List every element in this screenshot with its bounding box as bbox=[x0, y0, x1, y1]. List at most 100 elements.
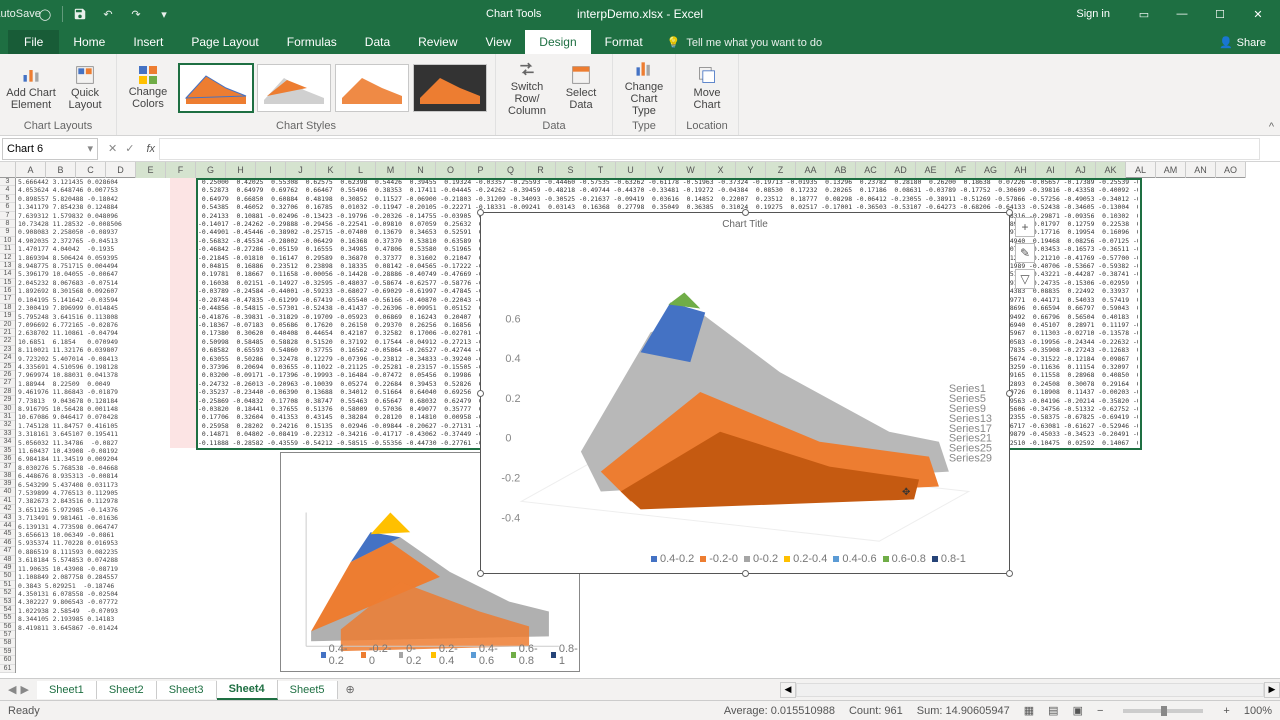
tab-formulas[interactable]: Formulas bbox=[273, 30, 351, 54]
worksheet-area[interactable]: ABCDEFGHIJKLMNOPQRSTUVWXYZAAABACADAEAFAG… bbox=[0, 162, 1280, 679]
title-bar: AutoSave ◯ ↶ ↷ ▾ interpDemo.xlsx - Excel… bbox=[0, 0, 1280, 28]
sheet-nav-prev-icon[interactable]: ◀ bbox=[8, 683, 16, 696]
scroll-right-icon[interactable]: ▶ bbox=[1264, 682, 1280, 698]
sheet-tab-bar: ◀ ▶ Sheet1 Sheet2 Sheet3 Sheet4 Sheet5 ⊕… bbox=[0, 678, 1280, 700]
svg-text:0.2: 0.2 bbox=[505, 393, 520, 405]
svg-text:Series29: Series29 bbox=[949, 453, 992, 465]
style-thumb-2[interactable] bbox=[257, 64, 331, 112]
highlight-col-e bbox=[170, 178, 198, 448]
name-box[interactable]: Chart 6▾ bbox=[2, 138, 98, 160]
tab-insert[interactable]: Insert bbox=[119, 30, 177, 54]
status-count: Count: 961 bbox=[849, 705, 903, 717]
chart-elements-button[interactable]: + bbox=[1015, 217, 1035, 237]
zoom-slider[interactable] bbox=[1123, 709, 1203, 713]
zoom-level[interactable]: 100% bbox=[1244, 705, 1272, 717]
redo-icon[interactable]: ↷ bbox=[123, 2, 149, 26]
tab-design[interactable]: Design bbox=[525, 30, 590, 54]
share-icon: 👤 bbox=[1219, 36, 1233, 49]
close-icon[interactable]: ✕ bbox=[1240, 0, 1276, 28]
column-headers[interactable]: ABCDEFGHIJKLMNOPQRSTUVWXYZAAABACADAEAFAG… bbox=[0, 162, 1246, 178]
autosave-switch[interactable]: ◯ bbox=[32, 2, 58, 26]
status-sum: Sum: 14.90605947 bbox=[917, 705, 1010, 717]
resize-handle[interactable] bbox=[742, 209, 749, 216]
style-thumb-1[interactable] bbox=[179, 64, 253, 112]
select-data-button[interactable]: Select Data bbox=[556, 56, 606, 120]
scroll-left-icon[interactable]: ◀ bbox=[780, 682, 796, 698]
document-title: interpDemo.xlsx - Excel bbox=[577, 7, 703, 21]
change-chart-type-button[interactable]: Change Chart Type bbox=[619, 56, 669, 120]
autosave-toggle[interactable]: AutoSave bbox=[4, 2, 30, 26]
data-cells-left[interactable]: 5.666442 3.121435 0.028604 4.053624 4.64… bbox=[18, 178, 122, 632]
tab-page-layout[interactable]: Page Layout bbox=[177, 30, 272, 54]
tab-file[interactable]: File bbox=[8, 30, 59, 54]
status-ready: Ready bbox=[8, 705, 40, 717]
sheet-tab-2[interactable]: Sheet2 bbox=[97, 681, 157, 699]
view-page-layout-icon[interactable]: ▤ bbox=[1048, 704, 1058, 717]
ribbon-tabs: File Home Insert Page Layout Formulas Da… bbox=[0, 28, 1280, 54]
group-location: Location bbox=[686, 120, 728, 133]
collapse-ribbon-icon[interactable]: ^ bbox=[1269, 121, 1274, 133]
move-cursor-icon: ✥ bbox=[902, 487, 910, 498]
tab-data[interactable]: Data bbox=[351, 30, 404, 54]
tab-home[interactable]: Home bbox=[59, 30, 119, 54]
resize-handle[interactable] bbox=[477, 570, 484, 577]
zoom-in-icon[interactable]: + bbox=[1223, 705, 1229, 717]
lightbulb-icon: 💡 bbox=[667, 36, 681, 49]
sheet-nav-next-icon[interactable]: ▶ bbox=[20, 683, 28, 696]
resize-handle[interactable] bbox=[477, 390, 484, 397]
resize-handle[interactable] bbox=[742, 570, 749, 577]
resize-handle[interactable] bbox=[1006, 390, 1013, 397]
view-page-break-icon[interactable]: ▣ bbox=[1073, 704, 1083, 717]
tab-review[interactable]: Review bbox=[404, 30, 471, 54]
tellme-search[interactable]: 💡 Tell me what you want to do bbox=[657, 31, 832, 54]
tab-format[interactable]: Format bbox=[591, 30, 657, 54]
maximize-icon[interactable]: ☐ bbox=[1202, 0, 1238, 28]
resize-handle[interactable] bbox=[1006, 570, 1013, 577]
qat-custom-icon[interactable]: ▾ bbox=[151, 2, 177, 26]
row-headers[interactable]: 3456789101112131415161718192021222324252… bbox=[0, 178, 16, 673]
add-chart-element-button[interactable]: Add Chart Element bbox=[6, 56, 56, 120]
resize-handle[interactable] bbox=[477, 209, 484, 216]
quick-layout-button[interactable]: Quick Layout bbox=[60, 56, 110, 120]
enter-fx-icon[interactable]: ✓ bbox=[125, 142, 134, 155]
chart-filters-button[interactable]: ▽ bbox=[1015, 269, 1035, 289]
chart-tools-label: Chart Tools bbox=[486, 8, 541, 20]
style-thumb-4[interactable] bbox=[413, 64, 487, 112]
ribbon-display-icon[interactable]: ▭ bbox=[1126, 0, 1162, 28]
style-thumb-3[interactable] bbox=[335, 64, 409, 112]
move-chart-button[interactable]: Move Chart bbox=[682, 56, 732, 120]
cancel-fx-icon[interactable]: ✕ bbox=[108, 142, 117, 155]
save-icon[interactable] bbox=[67, 2, 93, 26]
svg-text:-0.2: -0.2 bbox=[501, 473, 520, 485]
legend-main: 0.4-0.2-0.2-00-0.20.2-0.40.4-0.60.6-0.80… bbox=[651, 553, 966, 565]
chart-styles-button[interactable]: ✎ bbox=[1015, 243, 1035, 263]
formula-bar[interactable] bbox=[159, 138, 1260, 160]
resize-handle[interactable] bbox=[1006, 209, 1013, 216]
group-chart-styles: Chart Styles bbox=[276, 120, 336, 133]
legend-small: 0.4-0.2-0.2-00-0.20.2-0.40.4-0.60.6-0.80… bbox=[321, 643, 579, 667]
signin-link[interactable]: Sign in bbox=[1076, 8, 1110, 20]
svg-text:0.6: 0.6 bbox=[505, 313, 520, 325]
add-sheet-button[interactable]: ⊕ bbox=[338, 680, 363, 699]
fx-icon[interactable]: fx bbox=[142, 143, 159, 155]
sheet-tab-1[interactable]: Sheet1 bbox=[37, 681, 97, 699]
minimize-icon[interactable]: — bbox=[1164, 0, 1200, 28]
sheet-tab-4[interactable]: Sheet4 bbox=[217, 680, 278, 700]
horizontal-scrollbar[interactable]: ◀ ▶ bbox=[780, 682, 1280, 698]
status-bar: Ready Average: 0.015510988 Count: 961 Su… bbox=[0, 700, 1280, 720]
svg-text:0.4: 0.4 bbox=[505, 353, 520, 365]
chart-styles-gallery[interactable] bbox=[177, 62, 489, 114]
view-normal-icon[interactable]: ▦ bbox=[1024, 704, 1034, 717]
sheet-tab-3[interactable]: Sheet3 bbox=[157, 681, 217, 699]
undo-icon[interactable]: ↶ bbox=[95, 2, 121, 26]
svg-text:-0.4: -0.4 bbox=[501, 512, 520, 524]
group-data: Data bbox=[542, 120, 565, 133]
switch-row-column-button[interactable]: Switch Row/ Column bbox=[502, 56, 552, 120]
chart-object-selected[interactable]: Chart Title 0.6 0.4 0.2 bbox=[480, 212, 1010, 574]
tab-view[interactable]: View bbox=[472, 30, 526, 54]
share-button[interactable]: 👤 Share bbox=[1205, 31, 1280, 54]
change-colors-button[interactable]: Change Colors bbox=[123, 56, 173, 120]
status-average: Average: 0.015510988 bbox=[724, 705, 835, 717]
zoom-out-icon[interactable]: − bbox=[1097, 705, 1103, 717]
sheet-tab-5[interactable]: Sheet5 bbox=[278, 681, 338, 699]
